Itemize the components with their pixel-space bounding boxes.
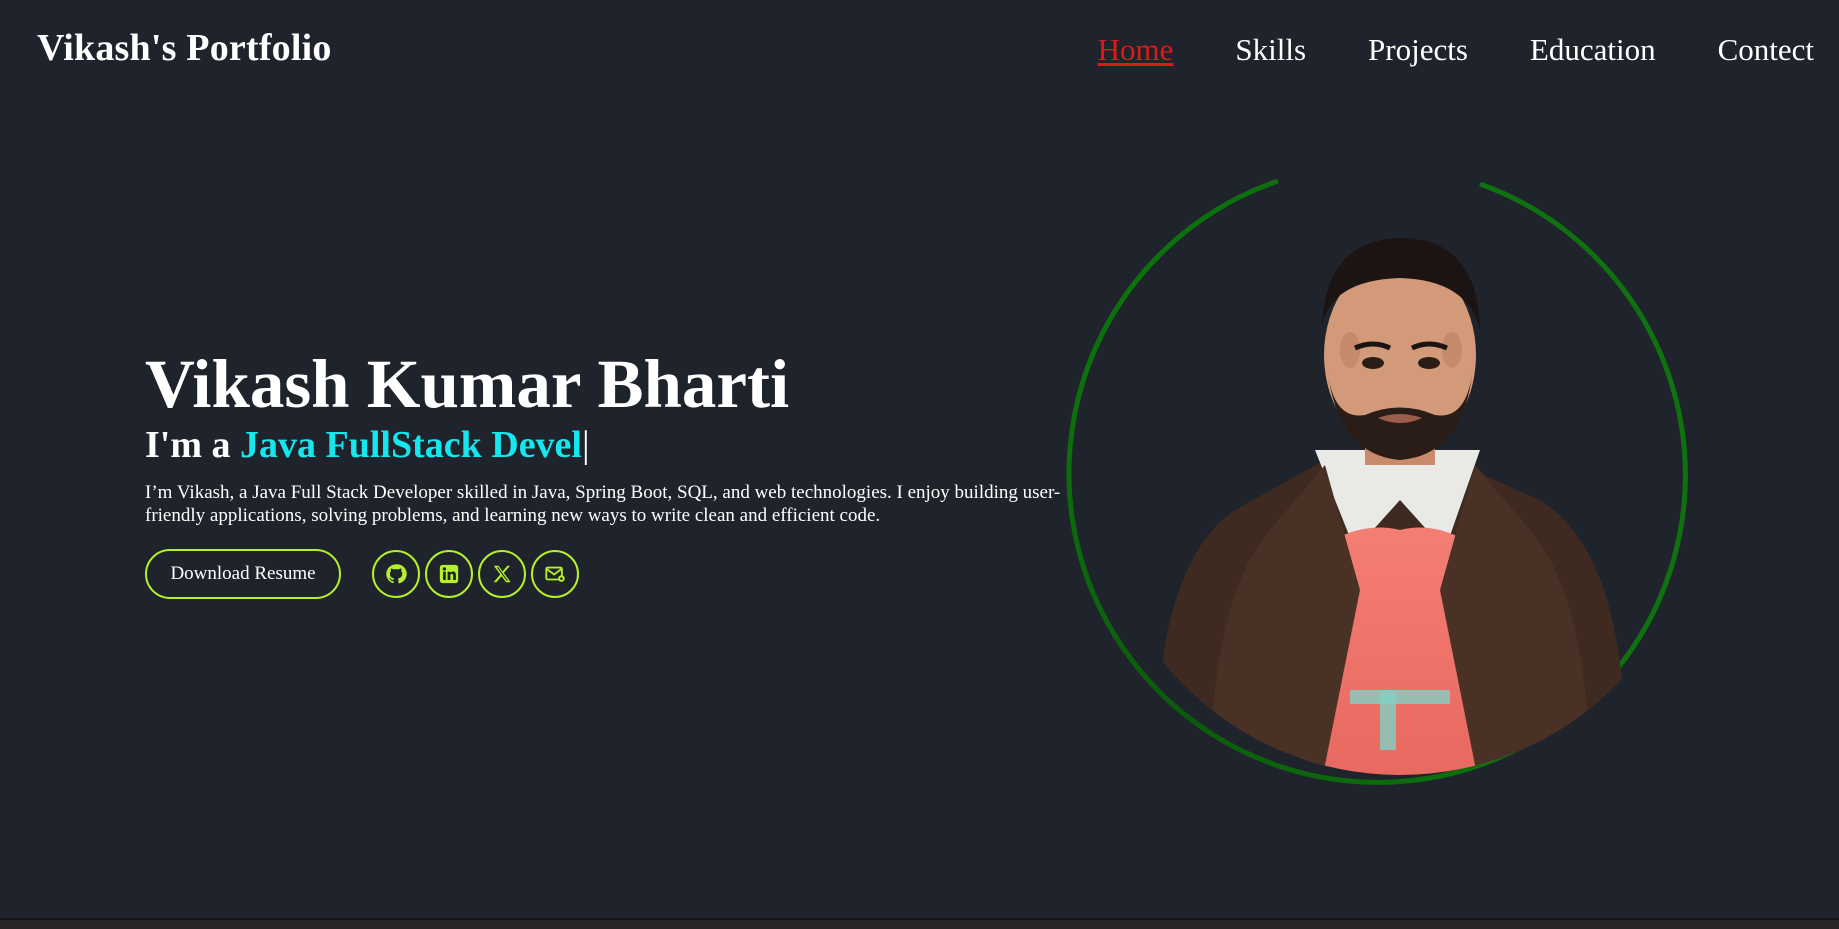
- github-icon: [386, 564, 407, 584]
- x-icon: [493, 565, 511, 583]
- role-typed-text: Java FullStack Devel: [240, 424, 582, 466]
- hero-role: I'm a Java FullStack Devel|: [145, 423, 1095, 467]
- bottom-edge: [0, 918, 1839, 929]
- nav-home[interactable]: Home: [1098, 32, 1174, 68]
- hero-actions: Download Resume: [145, 549, 1095, 599]
- hero-intro: Vikash Kumar Bharti I'm a Java FullStack…: [145, 345, 1095, 599]
- hero-name: Vikash Kumar Bharti: [145, 346, 790, 422]
- nav-education[interactable]: Education: [1530, 32, 1656, 68]
- github-link[interactable]: [372, 550, 420, 598]
- nav-skills[interactable]: Skills: [1235, 32, 1306, 68]
- nav-contact[interactable]: Contect: [1718, 32, 1814, 68]
- x-link[interactable]: [478, 550, 526, 598]
- brand-title[interactable]: Vikash's Portfolio: [37, 26, 332, 70]
- profile-graphic: [1066, 178, 1688, 785]
- mail-link[interactable]: [531, 550, 579, 598]
- download-resume-button[interactable]: Download Resume: [145, 549, 341, 599]
- role-prefix: I'm a: [145, 424, 240, 466]
- linkedin-link[interactable]: [425, 550, 473, 598]
- linkedin-icon: [439, 564, 459, 584]
- main-nav: Home Skills Projects Education Contect: [1098, 32, 1814, 68]
- social-links: [372, 550, 579, 598]
- mail-icon: [545, 566, 565, 582]
- profile-visual: [1060, 170, 1710, 790]
- nav-projects[interactable]: Projects: [1368, 32, 1468, 68]
- site-header: Vikash's Portfolio Home Skills Projects …: [0, 0, 1839, 104]
- typing-cursor: |: [581, 424, 590, 466]
- portrait-photo: [1155, 238, 1625, 775]
- hero-description: I’m Vikash, a Java Full Stack Developer …: [145, 482, 1061, 526]
